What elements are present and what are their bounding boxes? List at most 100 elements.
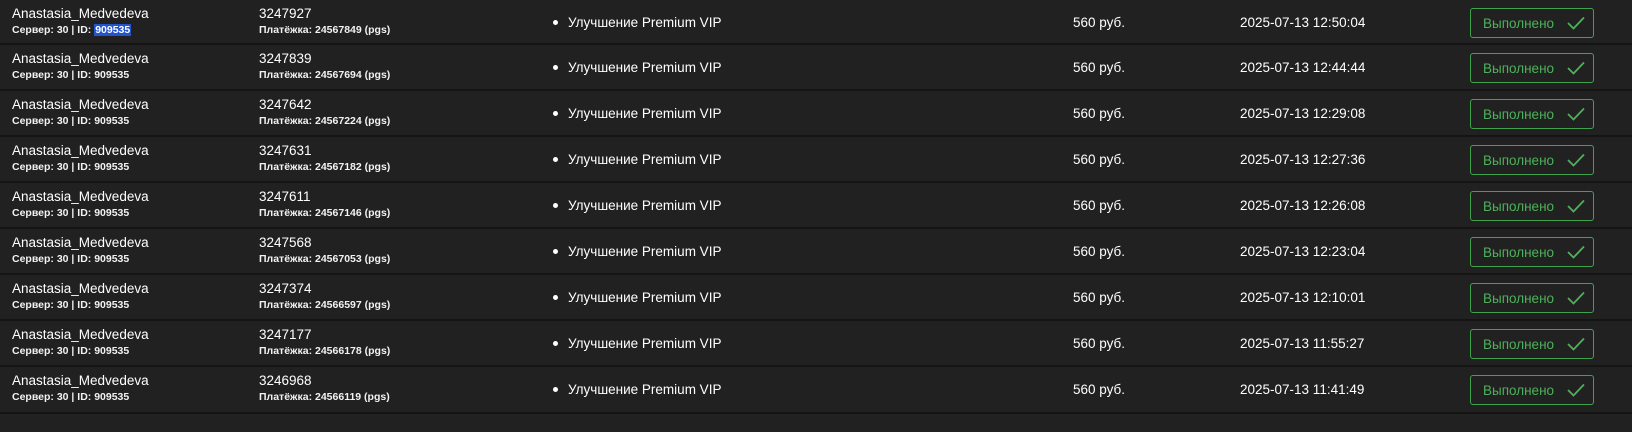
username[interactable]: Anastasia_Medvedeva xyxy=(12,188,149,206)
payment-id: Платёжка: 24567224 (pgs) xyxy=(259,115,391,127)
status-label: Выполнено xyxy=(1483,15,1555,31)
product-cell: Улучшение Premium VIP xyxy=(553,105,721,123)
bullet-icon xyxy=(553,19,558,25)
player-id[interactable]: 909535 xyxy=(94,345,129,357)
username[interactable]: Anastasia_Medvedeva xyxy=(12,280,149,298)
server-label: Сервер: 30 | ID: xyxy=(12,207,95,219)
status-badge[interactable]: Выполнено xyxy=(1470,53,1594,83)
player-id[interactable]: 909535 xyxy=(94,391,129,403)
player-id[interactable]: 909535 xyxy=(94,69,129,81)
server-info: Сервер: 30 | ID: 909535 xyxy=(12,344,149,359)
order-datetime: 2025-07-13 12:44:44 xyxy=(1240,60,1366,75)
bullet-icon xyxy=(553,156,558,162)
product-name: Улучшение Premium VIP xyxy=(568,336,722,351)
check-icon xyxy=(1566,106,1586,122)
bullet-icon xyxy=(553,202,558,208)
payment-id: Платёжка: 24566597 (pgs) xyxy=(259,299,391,311)
table-row: Anastasia_Medvedeva Сервер: 30 | ID: 909… xyxy=(0,321,1632,367)
server-info: Сервер: 30 | ID: 909535 xyxy=(12,206,149,221)
bullet-icon xyxy=(553,248,558,254)
server-label: Сервер: 30 | ID: xyxy=(12,69,95,81)
bullet-icon xyxy=(553,294,558,300)
table-row: Anastasia_Medvedeva Сервер: 30 | ID: 909… xyxy=(0,137,1632,183)
check-icon xyxy=(1566,60,1586,76)
table-row: Anastasia_Medvedeva Сервер: 30 | ID: 909… xyxy=(0,0,1632,45)
product-name: Улучшение Premium VIP xyxy=(568,290,722,305)
order-cell: 3247642 Платёжка: 24567224 (pgs) xyxy=(259,96,390,129)
status-badge[interactable]: Выполнено xyxy=(1470,191,1594,221)
order-cell: 3247177 Платёжка: 24566178 (pgs) xyxy=(259,326,390,359)
order-cell: 3247568 Платёжка: 24567053 (pgs) xyxy=(259,234,390,267)
server-label: Сервер: 30 | ID: xyxy=(12,391,95,403)
username[interactable]: Anastasia_Medvedeva xyxy=(12,142,149,160)
user-cell: Anastasia_Medvedeva Сервер: 30 | ID: 909… xyxy=(12,372,149,405)
table-row: Anastasia_Medvedeva Сервер: 30 | ID: 909… xyxy=(0,91,1632,137)
player-id[interactable]: 909535 xyxy=(94,161,129,173)
order-id: 3247631 xyxy=(259,143,312,158)
status-badge[interactable]: Выполнено xyxy=(1470,8,1594,38)
server-label: Сервер: 30 | ID: xyxy=(12,299,95,311)
username[interactable]: Anastasia_Medvedeva xyxy=(12,372,149,390)
order-datetime: 2025-07-13 12:10:01 xyxy=(1240,290,1366,305)
user-cell: Anastasia_Medvedeva Сервер: 30 | ID: 909… xyxy=(12,326,149,359)
payment-id: Платёжка: 24567849 (pgs) xyxy=(259,24,391,36)
status-badge[interactable]: Выполнено xyxy=(1470,237,1594,267)
player-id[interactable]: 909535 xyxy=(94,299,129,311)
player-id[interactable]: 909535 xyxy=(94,253,129,265)
status-badge[interactable]: Выполнено xyxy=(1470,99,1594,129)
user-cell: Anastasia_Medvedeva Сервер: 30 | ID: 909… xyxy=(12,188,149,221)
table-row: Anastasia_Medvedeva Сервер: 30 | ID: 909… xyxy=(0,229,1632,275)
server-label: Сервер: 30 | ID: xyxy=(12,345,95,357)
check-icon xyxy=(1566,382,1586,398)
user-cell: Anastasia_Medvedeva Сервер: 30 | ID: 909… xyxy=(12,280,149,313)
order-cell: 3247631 Платёжка: 24567182 (pgs) xyxy=(259,142,390,175)
status-badge[interactable]: Выполнено xyxy=(1470,329,1594,359)
order-datetime: 2025-07-13 12:50:04 xyxy=(1240,15,1366,30)
user-cell: Anastasia_Medvedeva Сервер: 30 | ID: 909… xyxy=(12,5,149,38)
user-cell: Anastasia_Medvedeva Сервер: 30 | ID: 909… xyxy=(12,96,149,129)
bullet-icon xyxy=(553,110,558,116)
table-row: Anastasia_Medvedeva Сервер: 30 | ID: 909… xyxy=(0,45,1632,91)
username[interactable]: Anastasia_Medvedeva xyxy=(12,50,149,68)
status-label: Выполнено xyxy=(1483,106,1555,122)
order-id: 3247642 xyxy=(259,97,312,112)
bullet-icon xyxy=(553,64,558,70)
order-cell: 3247374 Платёжка: 24566597 (pgs) xyxy=(259,280,390,313)
table-row: Anastasia_Medvedeva Сервер: 30 | ID: 909… xyxy=(0,367,1632,414)
status-badge[interactable]: Выполнено xyxy=(1470,145,1594,175)
player-id[interactable]: 909535 xyxy=(94,207,129,219)
player-id[interactable]: 909535 xyxy=(94,115,129,127)
price: 560 руб. xyxy=(1073,198,1126,213)
product-cell: Улучшение Premium VIP xyxy=(553,59,721,77)
payment-id: Платёжка: 24566119 (pgs) xyxy=(259,391,390,403)
player-id[interactable]: 909535 xyxy=(94,24,132,36)
product-cell: Улучшение Premium VIP xyxy=(553,197,721,215)
payment-id: Платёжка: 24567182 (pgs) xyxy=(259,161,391,173)
order-id: 3246968 xyxy=(259,373,312,388)
product-cell: Улучшение Premium VIP xyxy=(553,14,721,32)
status-badge[interactable]: Выполнено xyxy=(1470,283,1594,313)
product-name: Улучшение Premium VIP xyxy=(568,382,722,397)
price: 560 руб. xyxy=(1073,244,1126,259)
price: 560 руб. xyxy=(1073,336,1126,351)
server-info: Сервер: 30 | ID: 909535 xyxy=(12,390,149,405)
username[interactable]: Anastasia_Medvedeva xyxy=(12,326,149,344)
username[interactable]: Anastasia_Medvedeva xyxy=(12,96,149,114)
product-cell: Улучшение Premium VIP xyxy=(553,151,721,169)
product-name: Улучшение Premium VIP xyxy=(568,198,722,213)
user-cell: Anastasia_Medvedeva Сервер: 30 | ID: 909… xyxy=(12,50,149,83)
table-row: Anastasia_Medvedeva Сервер: 30 | ID: 909… xyxy=(0,275,1632,321)
check-icon xyxy=(1566,336,1586,352)
server-info: Сервер: 30 | ID: 909535 xyxy=(12,298,149,313)
username[interactable]: Anastasia_Medvedeva xyxy=(12,234,149,252)
status-badge[interactable]: Выполнено xyxy=(1470,375,1594,405)
product-name: Улучшение Premium VIP xyxy=(568,15,722,30)
server-label: Сервер: 30 | ID: xyxy=(12,115,95,127)
order-cell: 3247839 Платёжка: 24567694 (pgs) xyxy=(259,50,390,83)
order-datetime: 2025-07-13 12:23:04 xyxy=(1240,244,1366,259)
check-icon xyxy=(1566,15,1586,31)
product-name: Улучшение Premium VIP xyxy=(568,244,722,259)
username[interactable]: Anastasia_Medvedeva xyxy=(12,5,149,23)
payment-id: Платёжка: 24566178 (pgs) xyxy=(259,345,391,357)
server-info: Сервер: 30 | ID: 909535 xyxy=(12,68,149,83)
